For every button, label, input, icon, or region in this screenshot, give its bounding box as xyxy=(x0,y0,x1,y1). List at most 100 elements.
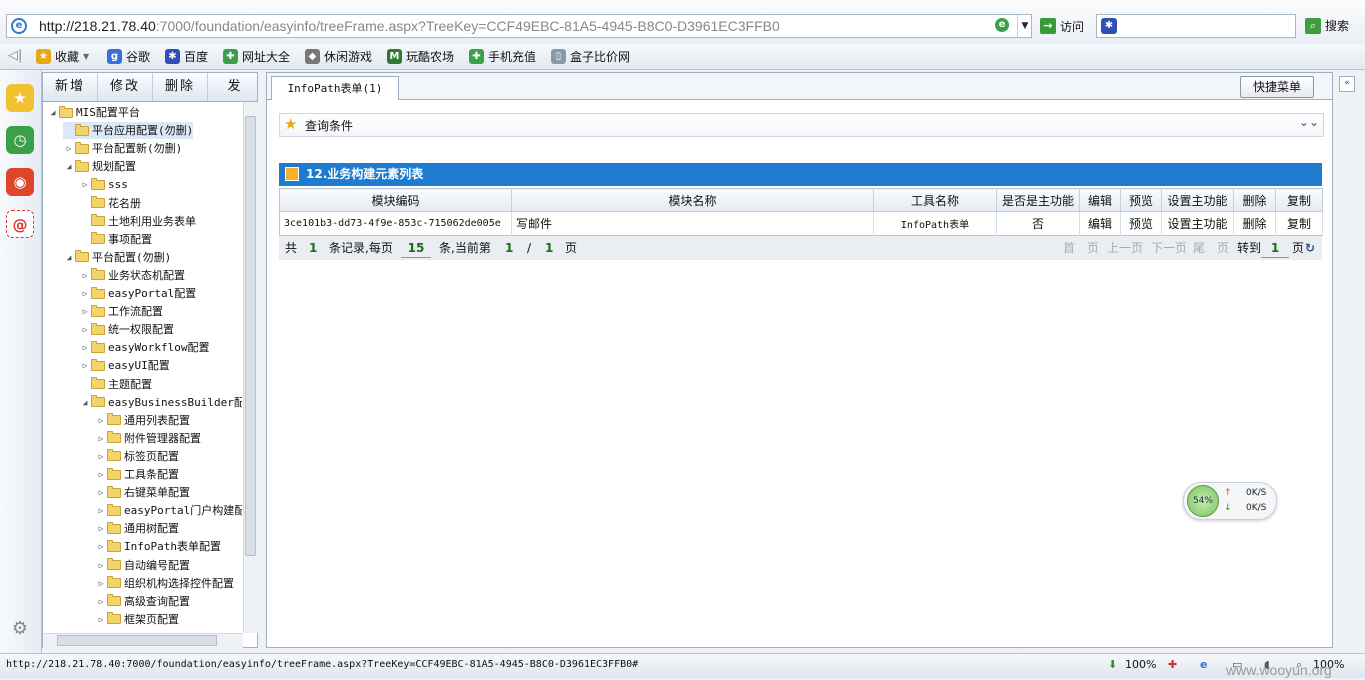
tree-node[interactable]: ▷ easyWorkflow配置 xyxy=(79,339,209,356)
collapsed-arrow-icon[interactable]: ▷ xyxy=(95,466,107,483)
tree-node[interactable]: ▷ 自动编号配置 xyxy=(95,557,190,574)
tree-node[interactable]: ▷ 附件管理器配置 xyxy=(95,430,201,447)
collapsed-arrow-icon[interactable]: ▷ xyxy=(95,520,107,537)
prev-page-link[interactable]: 上一页 xyxy=(1107,236,1143,260)
collapsed-arrow-icon[interactable]: ▷ xyxy=(79,321,91,338)
collapsed-arrow-icon[interactable]: ▷ xyxy=(79,267,91,284)
collapsed-arrow-icon[interactable]: ▷ xyxy=(95,502,107,519)
tree-node[interactable]: 事项配置 xyxy=(79,231,152,248)
settings-gear-icon[interactable]: ⚙ xyxy=(6,615,34,643)
column-header[interactable]: 模块编码 xyxy=(279,188,512,212)
fav-item-recharge[interactable]: ✚ 手机充值 xyxy=(469,48,536,65)
baidu-paw-icon[interactable]: ✱ xyxy=(1101,18,1117,34)
collapse-panel-icon[interactable]: « xyxy=(1339,76,1355,92)
collapsed-arrow-icon[interactable]: ▷ xyxy=(95,412,107,429)
scrollbar-thumb[interactable] xyxy=(245,116,256,556)
collapsed-arrow-icon[interactable]: ▷ xyxy=(79,303,91,320)
chevron-down-icon[interactable]: ▼ xyxy=(83,52,89,61)
collapsed-arrow-icon[interactable]: ▷ xyxy=(79,285,91,302)
column-header[interactable]: 工具名称 xyxy=(873,188,997,212)
download-icon[interactable]: ⬇ xyxy=(1108,655,1117,675)
double-chevron-down-icon[interactable]: ⌄⌄ xyxy=(1299,115,1319,129)
go-button[interactable]: → 访问 xyxy=(1040,16,1084,36)
query-conditions-panel[interactable]: ★ 查询条件 ⌄⌄ xyxy=(279,113,1324,137)
column-header[interactable]: 预览 xyxy=(1120,188,1162,212)
favorites-star-icon[interactable]: ★ xyxy=(6,84,34,112)
tree-node[interactable]: ◢ 规划配置 xyxy=(63,158,136,175)
first-page-link[interactable]: 首 xyxy=(1063,236,1075,260)
history-clock-icon[interactable]: ◷ xyxy=(6,126,34,154)
tree-node[interactable]: 主题配置 xyxy=(79,376,152,393)
column-header[interactable]: 删除 xyxy=(1233,188,1276,212)
tree-horizontal-scrollbar[interactable] xyxy=(43,633,243,648)
tree-node[interactable]: ▷ easyPortal配置 xyxy=(79,285,196,302)
fav-item-google[interactable]: g 谷歌 xyxy=(107,48,150,65)
zoom-left[interactable]: 100% xyxy=(1125,655,1156,675)
column-header[interactable]: 是否是主功能 xyxy=(996,188,1080,212)
tree-node[interactable]: ▷ 组织机构选择控件配置 xyxy=(95,575,234,592)
collapsed-arrow-icon[interactable]: ▷ xyxy=(79,357,91,374)
page-size-input[interactable]: 15 xyxy=(401,239,431,258)
copy-link[interactable]: 复制 xyxy=(1275,211,1323,236)
collapsed-arrow-icon[interactable]: ▷ xyxy=(79,339,91,356)
tree-node[interactable]: ◢ 平台配置(勿删) xyxy=(63,249,171,266)
expanded-arrow-icon[interactable]: ◢ xyxy=(47,104,59,121)
tree-node[interactable]: ▷ 统一权限配置 xyxy=(79,321,174,338)
tree-node[interactable]: 平台应用配置(勿删) xyxy=(63,122,194,140)
collapsed-arrow-icon[interactable]: ▷ xyxy=(95,448,107,465)
tree-node[interactable]: ▷ 通用树配置 xyxy=(95,520,179,537)
last-page-link[interactable]: 尾 xyxy=(1193,236,1205,260)
publish-button[interactable]: 发 xyxy=(208,73,257,101)
tree-node[interactable]: ▷ 标签页配置 xyxy=(95,448,179,465)
tree-node[interactable]: ▷ 平台配置新(勿删) xyxy=(63,140,182,157)
mail-icon[interactable]: @ xyxy=(6,210,34,238)
tree-node[interactable]: ▷ InfoPath表单配置 xyxy=(95,538,221,555)
collapsed-arrow-icon[interactable]: ▷ xyxy=(95,538,107,555)
tree-node[interactable]: ▷ easyUI配置 xyxy=(79,357,170,374)
fav-item-farm[interactable]: M 玩酷农场 xyxy=(387,48,454,65)
search-button[interactable]: ⌕ 搜索 xyxy=(1305,17,1349,34)
set-main-link[interactable]: 设置主功能 xyxy=(1161,211,1234,236)
url-text[interactable]: http://218.21.78.40:7000/foundation/easy… xyxy=(39,18,780,34)
tree-node[interactable]: ▷ 工作流配置 xyxy=(79,303,163,320)
tree-vertical-scrollbar[interactable] xyxy=(243,102,258,633)
fav-item-hezi[interactable]: ▯ 盒子比价网 xyxy=(551,48,630,65)
collapsed-arrow-icon[interactable]: ▷ xyxy=(95,611,107,628)
scrollbar-thumb[interactable] xyxy=(57,635,217,646)
ie-icon[interactable]: e xyxy=(1200,655,1207,675)
add-button[interactable]: 新增 xyxy=(43,73,98,101)
expanded-arrow-icon[interactable]: ◢ xyxy=(63,158,75,175)
ie-mode-icon[interactable]: e xyxy=(995,18,1009,32)
delete-button[interactable]: 删除 xyxy=(153,73,208,101)
tree-node[interactable]: ▷ easyPortal门户构建配置 xyxy=(95,502,242,519)
column-header[interactable]: 编辑 xyxy=(1079,188,1121,212)
quick-menu-button[interactable]: 快捷菜单 xyxy=(1240,76,1314,98)
last-page-suffix[interactable]: 页 xyxy=(1217,236,1229,260)
first-page-suffix[interactable]: 页 xyxy=(1087,236,1099,260)
collapsed-arrow-icon[interactable]: ▷ xyxy=(95,593,107,610)
delete-link[interactable]: 删除 xyxy=(1233,211,1276,236)
collapsed-arrow-icon[interactable]: ▷ xyxy=(95,484,107,501)
tree-node[interactable]: ▷ 通用列表配置 xyxy=(95,412,190,429)
tree-node[interactable]: 花名册 xyxy=(79,195,141,212)
url-dropdown-icon[interactable]: ▼ xyxy=(1017,15,1032,37)
collapsed-arrow-icon[interactable]: ▷ xyxy=(63,140,75,157)
tree-node[interactable]: ▷ 高级查询配置 xyxy=(95,593,190,610)
fav-item-games[interactable]: ◆ 休闲游戏 xyxy=(305,48,372,65)
goto-page-input[interactable]: 1 xyxy=(1261,239,1289,258)
tree-node[interactable]: ▷ 业务状态机配置 xyxy=(79,267,185,284)
collapsed-arrow-icon[interactable]: ▷ xyxy=(79,176,91,193)
preview-link[interactable]: 预览 xyxy=(1120,211,1162,236)
tree-node[interactable]: ◢ MIS配置平台 xyxy=(47,104,140,121)
tree-node[interactable]: ◢ easyBusinessBuilder配置 xyxy=(79,394,242,411)
search-input[interactable]: ✱ xyxy=(1096,14,1296,38)
expanded-arrow-icon[interactable]: ◢ xyxy=(79,394,91,411)
edit-button[interactable]: 修改 xyxy=(98,73,153,101)
refresh-icon[interactable]: ↻ xyxy=(1305,236,1315,260)
table-row[interactable]: 3ce101b3-dd73-4f9e-853c-715062de005e 写邮件 I… xyxy=(279,211,1323,236)
column-header[interactable]: 复制 xyxy=(1275,188,1323,212)
expanded-arrow-icon[interactable]: ◢ xyxy=(63,249,75,266)
collapsed-arrow-icon[interactable]: ▷ xyxy=(95,575,107,592)
network-speed-widget[interactable]: 54% ↑ 0K/S ↓ 0K/S xyxy=(1183,482,1277,520)
back-arrow-icon[interactable]: ◁| xyxy=(8,48,22,63)
